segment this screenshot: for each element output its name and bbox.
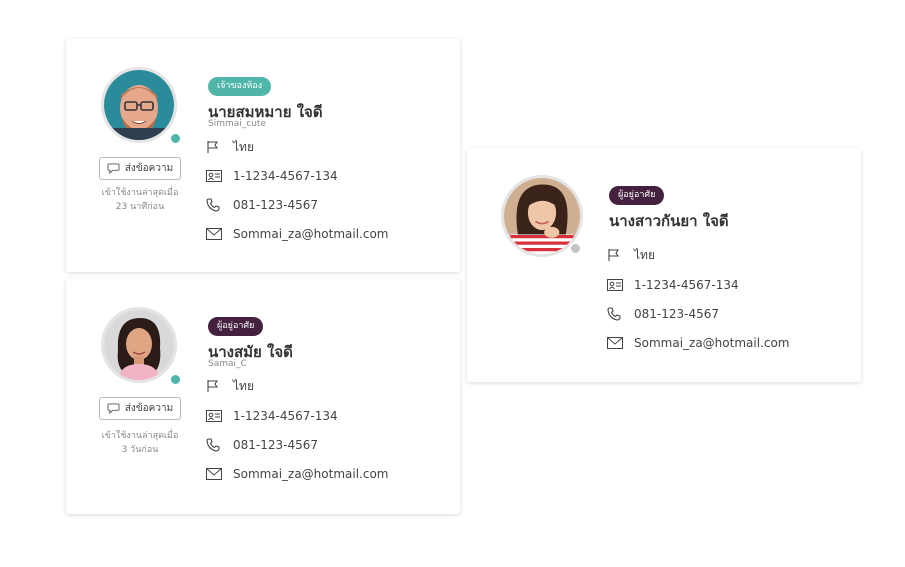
flag-icon	[607, 248, 625, 262]
role-badge: ผู้อยู่อาศัย	[208, 317, 264, 336]
send-message-label: ส่งข้อความ	[124, 403, 174, 414]
last-seen-text: เข้าใช้งานล่าสุดเมื่อ 23 นาทีก่อน	[90, 186, 190, 214]
avatar-photo-woman	[504, 178, 580, 254]
online-status-dot	[169, 373, 182, 386]
email-value: Sommai_za@hotmail.com	[634, 336, 790, 350]
send-message-label: ส่งข้อความ	[124, 163, 174, 174]
phone-icon	[206, 438, 224, 452]
chat-bubble-icon	[107, 403, 120, 414]
username: Simmai_cute	[208, 119, 266, 129]
last-seen-line1: เข้าใช้งานล่าสุดเมื่อ	[101, 188, 179, 198]
email-row: Sommai_za@hotmail.com	[607, 334, 789, 352]
phone-value: 081-123-4567	[233, 438, 319, 452]
phone-row: 081-123-4567	[206, 436, 318, 454]
email-value: Sommai_za@hotmail.com	[233, 467, 389, 481]
id-number-row: 1-1234-4567-134	[206, 407, 338, 425]
send-message-button[interactable]: ส่งข้อความ	[99, 157, 181, 180]
id-number-row: 1-1234-4567-134	[206, 167, 338, 185]
avatar-photo-man	[104, 70, 174, 140]
online-status-dot	[169, 132, 182, 145]
avatar-photo-woman	[104, 310, 174, 380]
username: Samai_C	[208, 359, 247, 369]
last-seen-line2: 23 นาทีก่อน	[115, 202, 165, 212]
role-badge: เจ้าของห้อง	[208, 77, 272, 96]
id-number-value: 1-1234-4567-134	[233, 169, 338, 183]
phone-value: 081-123-4567	[233, 198, 319, 212]
avatar	[101, 67, 177, 143]
avatar	[101, 307, 177, 383]
id-number-value: 1-1234-4567-134	[233, 409, 338, 423]
phone-icon	[607, 307, 625, 321]
offline-status-dot	[569, 242, 582, 255]
id-number-row: 1-1234-4567-134	[607, 276, 739, 294]
role-badge: ผู้อยู่อาศัย	[609, 186, 665, 205]
email-row: Sommai_za@hotmail.com	[206, 465, 388, 483]
id-card-icon	[607, 278, 625, 292]
mail-icon	[206, 467, 224, 481]
resident-card-owner: ส่งข้อความ เข้าใช้งานล่าสุดเมื่อ 23 นาที…	[66, 39, 460, 272]
resident-name: นางสาวกันยา ใจดี	[609, 212, 729, 230]
flag-icon	[206, 140, 224, 154]
mail-icon	[206, 227, 224, 241]
chat-bubble-icon	[107, 163, 120, 174]
nationality-value: ไทย	[233, 378, 254, 393]
mail-icon	[607, 336, 625, 350]
nationality-row: ไทย	[607, 246, 655, 264]
last-seen-text: เข้าใช้งานล่าสุดเมื่อ 3 วันก่อน	[90, 429, 190, 457]
nationality-row: ไทย	[206, 138, 254, 156]
id-number-value: 1-1234-4567-134	[634, 278, 739, 292]
flag-icon	[206, 379, 224, 393]
send-message-button[interactable]: ส่งข้อความ	[99, 397, 181, 420]
nationality-value: ไทย	[233, 139, 254, 154]
email-row: Sommai_za@hotmail.com	[206, 225, 388, 243]
last-seen-line1: เข้าใช้งานล่าสุดเมื่อ	[101, 431, 179, 441]
id-card-icon	[206, 409, 224, 423]
last-seen-line2: 3 วันก่อน	[121, 445, 159, 455]
phone-row: 081-123-4567	[206, 196, 318, 214]
phone-value: 081-123-4567	[634, 307, 720, 321]
resident-card: ส่งข้อความ เข้าใช้งานล่าสุดเมื่อ 3 วันก่…	[66, 279, 460, 514]
email-value: Sommai_za@hotmail.com	[233, 227, 389, 241]
phone-icon	[206, 198, 224, 212]
id-card-icon	[206, 169, 224, 183]
nationality-value: ไทย	[634, 247, 655, 262]
nationality-row: ไทย	[206, 377, 254, 395]
resident-card: ผู้อยู่อาศัย นางสาวกันยา ใจดี ไทย 1-1234…	[467, 148, 861, 382]
phone-row: 081-123-4567	[607, 305, 719, 323]
